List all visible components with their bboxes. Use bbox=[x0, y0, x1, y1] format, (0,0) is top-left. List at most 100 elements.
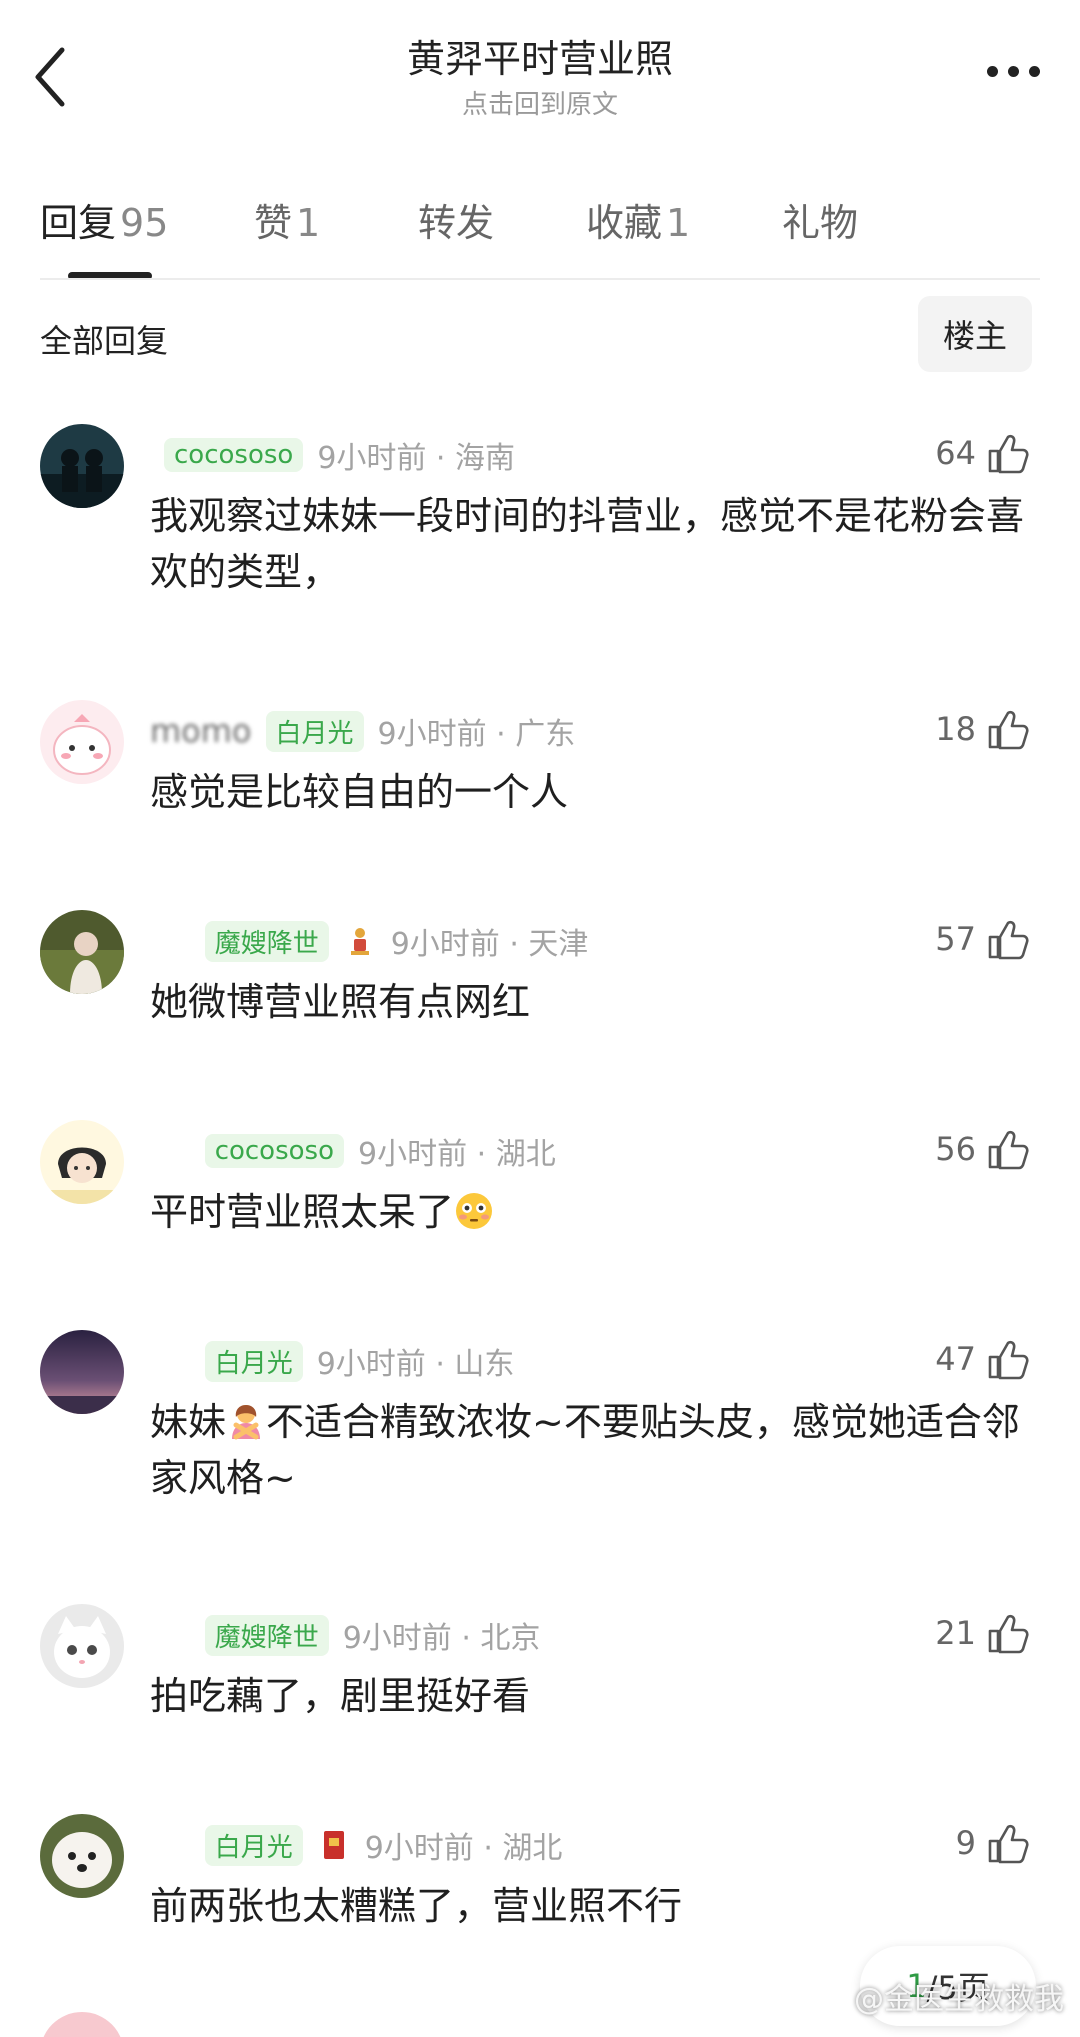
pink-cartoon-avatar-icon bbox=[40, 700, 124, 784]
fan-badge[interactable]: 白月光 bbox=[265, 710, 364, 752]
avatar[interactable] bbox=[40, 910, 124, 994]
thumbs-up-icon bbox=[988, 710, 1029, 750]
tab-replies[interactable]: 回复 95 bbox=[40, 192, 168, 247]
comment-meta: 白月光 9小时前 · 山东 bbox=[150, 1336, 514, 1386]
username[interactable]: momo bbox=[150, 712, 252, 750]
username[interactable] bbox=[150, 1342, 191, 1380]
like-button[interactable]: 56 bbox=[935, 1124, 1030, 1174]
divider bbox=[40, 278, 1040, 280]
tab-reposts[interactable]: 转发 bbox=[418, 192, 494, 247]
like-button[interactable]: 21 bbox=[935, 1608, 1030, 1658]
like-count: 56 bbox=[935, 1130, 976, 1168]
like-button[interactable]: 57 bbox=[935, 914, 1030, 964]
like-count: 64 bbox=[935, 434, 976, 472]
timestamp-location: 9小时前 · 广东 bbox=[377, 717, 576, 752]
comment-text: 妹妹 不适合精致浓妆~不要贴头皮，感觉她适合邻家风格~ bbox=[150, 1394, 1030, 1506]
op-only-button[interactable]: 楼主 bbox=[918, 296, 1032, 372]
anime-girl-avatar-icon bbox=[40, 1120, 124, 1204]
username[interactable] bbox=[150, 922, 191, 960]
comment-meta: 魔嫂降世 9小时前 · 北京 bbox=[150, 1610, 540, 1660]
like-count: 9 bbox=[955, 1824, 976, 1862]
page-title[interactable]: 黄羿平时营业照 bbox=[0, 28, 1080, 83]
timestamp-location: 9小时前 · 山东 bbox=[316, 1347, 515, 1382]
tab-favorites[interactable]: 收藏 1 bbox=[586, 192, 690, 247]
tab-label: 礼物 bbox=[782, 201, 859, 245]
tab-likes[interactable]: 赞1 bbox=[254, 192, 320, 247]
timestamp-location: 9小时前 · 海南 bbox=[317, 441, 516, 476]
fan-badge[interactable]: 白月光 bbox=[204, 1340, 303, 1382]
tab-label: 转发 bbox=[418, 201, 495, 245]
comment-text-part: 妹妹 bbox=[150, 1400, 227, 1444]
thumbs-up-icon bbox=[988, 434, 1029, 474]
comment-meta: momo 白月光 9小时前 · 广东 bbox=[150, 706, 575, 756]
comment-text-part: 平时营业照太呆了 bbox=[150, 1190, 455, 1234]
avatar[interactable] bbox=[40, 1604, 124, 1688]
avatar[interactable] bbox=[40, 1814, 124, 1898]
comment-meta: cocososo 9小时前 · 湖北 bbox=[150, 1126, 556, 1176]
like-button[interactable]: 47 bbox=[935, 1334, 1030, 1384]
fan-badge[interactable]: cocososo bbox=[204, 1134, 344, 1168]
tab-count: 95 bbox=[120, 201, 169, 245]
username[interactable] bbox=[150, 1132, 191, 1170]
tab-label: 收藏 bbox=[586, 201, 663, 245]
thumbs-up-icon bbox=[988, 920, 1029, 960]
username[interactable] bbox=[150, 1826, 191, 1864]
tab-label: 赞 bbox=[254, 201, 293, 245]
white-dog-avatar-icon bbox=[40, 1814, 124, 1898]
like-count: 57 bbox=[935, 920, 976, 958]
dusk-sky-avatar-icon bbox=[40, 1330, 124, 1414]
watermark: @金医生救救我 bbox=[854, 1982, 1064, 2017]
timestamp-location: 9小时前 · 湖北 bbox=[364, 1831, 563, 1866]
flushed-face-emoji-icon bbox=[456, 1193, 493, 1229]
like-button[interactable]: 9 bbox=[956, 1818, 1030, 1868]
header: 黄羿平时营业照 点击回到原文 bbox=[0, 0, 1080, 150]
thumbs-up-icon bbox=[988, 1614, 1029, 1654]
more-dots-icon bbox=[987, 65, 998, 77]
more-options-button[interactable] bbox=[970, 56, 1040, 86]
avatar[interactable] bbox=[40, 424, 124, 508]
girl-photo-avatar-icon bbox=[40, 910, 124, 994]
comment-text: 平时营业照太呆了 bbox=[150, 1184, 1030, 1240]
tab-count: 1 bbox=[296, 201, 321, 245]
thumbs-up-icon bbox=[988, 1340, 1029, 1380]
comment-text: 她微博营业照有点网红 bbox=[150, 980, 531, 1024]
comment-text: 前两张也太糟糕了，营业照不行 bbox=[150, 1884, 683, 1928]
avatar[interactable] bbox=[40, 1330, 124, 1414]
person-gesturing-no-emoji-icon bbox=[232, 1405, 261, 1440]
like-count: 47 bbox=[935, 1340, 976, 1378]
comment-text: 拍吃藕了，剧里挺好看 bbox=[150, 1674, 531, 1718]
fan-badge[interactable]: cocososo bbox=[164, 438, 304, 472]
username[interactable] bbox=[150, 1616, 191, 1654]
all-replies-label: 全部回复 bbox=[40, 322, 169, 360]
avatar[interactable] bbox=[40, 2012, 124, 2037]
timestamp-location: 9小时前 · 北京 bbox=[342, 1621, 541, 1656]
fan-badge[interactable]: 魔嫂降世 bbox=[204, 920, 329, 962]
more-dot bbox=[1029, 65, 1040, 77]
tab-count: 1 bbox=[666, 201, 691, 245]
comment-meta: cocososo 9小时前 · 海南 bbox=[150, 430, 515, 480]
avatar[interactable] bbox=[40, 1120, 124, 1204]
timestamp-location: 9小时前 · 湖北 bbox=[358, 1137, 556, 1172]
fan-badge[interactable]: 白月光 bbox=[204, 1824, 303, 1866]
comment-text: 感觉是比较自由的一个人 bbox=[150, 770, 569, 814]
like-count: 18 bbox=[935, 710, 976, 748]
dark-silhouette-avatar-icon bbox=[40, 424, 124, 508]
thumbs-up-icon bbox=[988, 1824, 1029, 1864]
like-button[interactable]: 18 bbox=[935, 704, 1030, 754]
like-button[interactable]: 64 bbox=[935, 428, 1030, 478]
tab-bar: 回复 95 赞1 转发 收藏 1 礼物 bbox=[0, 180, 1080, 280]
comment-text: 我观察过妹妹一段时间的抖营业，感觉不是花粉会喜欢的类型， bbox=[150, 494, 1025, 594]
trophy-person-icon bbox=[350, 928, 369, 955]
tab-gifts[interactable]: 礼物 bbox=[782, 192, 858, 247]
white-cat-avatar-icon bbox=[40, 1604, 124, 1688]
thumbs-up-icon bbox=[988, 1130, 1029, 1170]
comment-meta: 魔嫂降世 9小时前 · 天津 bbox=[150, 916, 588, 966]
back-to-original-link[interactable]: 点击回到原文 bbox=[0, 84, 1080, 121]
more-dot bbox=[1008, 65, 1019, 77]
avatar[interactable] bbox=[40, 700, 124, 784]
comment-text-part: 不适合精致浓妆~不要贴头皮，感觉她适合邻家风格~ bbox=[150, 1400, 1020, 1500]
fan-badge[interactable]: 魔嫂降世 bbox=[204, 1614, 329, 1656]
comment-meta: 白月光 9小时前 · 湖北 bbox=[150, 1820, 562, 1870]
timestamp-location: 9小时前 · 天津 bbox=[390, 927, 589, 962]
tab-label: 回复 bbox=[40, 201, 117, 245]
